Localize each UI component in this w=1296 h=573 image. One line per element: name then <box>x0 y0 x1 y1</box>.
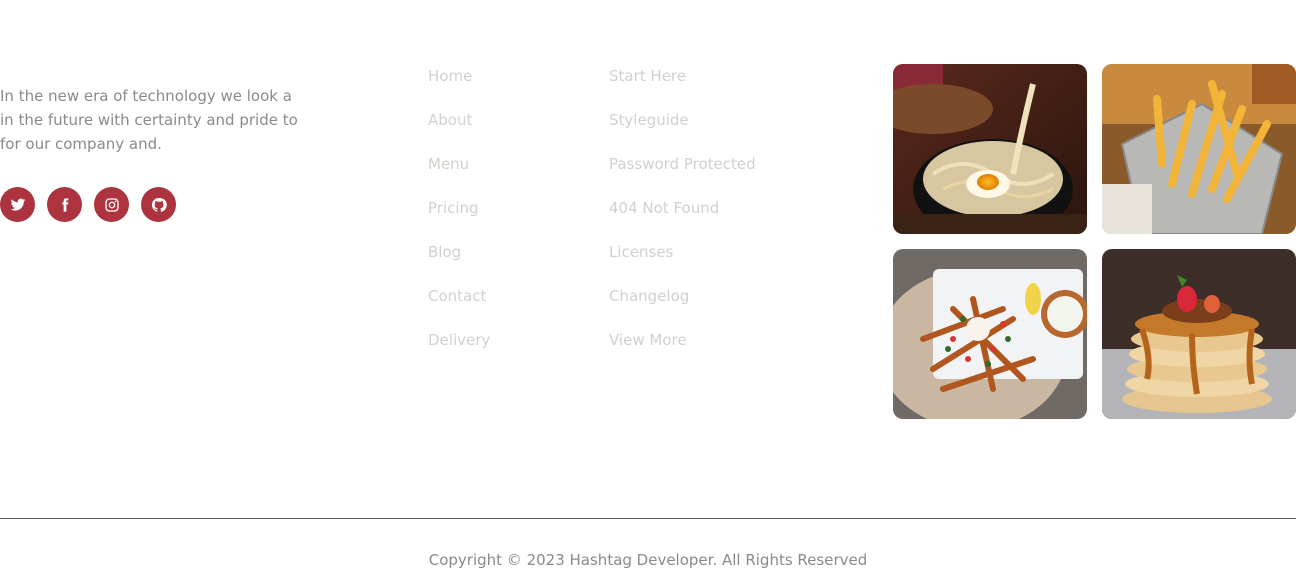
gallery-photo-loaded-fries[interactable] <box>893 249 1087 419</box>
link-start-here[interactable]: Start Here <box>609 67 686 85</box>
link-pricing[interactable]: Pricing <box>428 199 479 217</box>
loaded-fries-image <box>893 249 1087 419</box>
footer-links-pages: Home About Menu Pricing Blog Contact Del… <box>428 64 490 372</box>
footer-link-item: Delivery <box>428 328 490 372</box>
footer-link-item: Licenses <box>609 240 756 284</box>
footer-link-item: 404 Not Found <box>609 196 756 240</box>
footer-link-item: View More <box>609 328 756 372</box>
link-password-protected[interactable]: Password Protected <box>609 155 756 173</box>
footer-link-item: Contact <box>428 284 490 328</box>
footer-link-item: Styleguide <box>609 108 756 152</box>
link-delivery[interactable]: Delivery <box>428 331 490 349</box>
twitter-button[interactable] <box>0 187 35 222</box>
egg-noodle-bowl-image <box>893 64 1087 234</box>
pancake-stack-image <box>1102 249 1296 419</box>
github-icon <box>151 197 167 212</box>
link-view-more[interactable]: View More <box>609 331 687 349</box>
link-home[interactable]: Home <box>428 67 472 85</box>
link-menu[interactable]: Menu <box>428 155 469 173</box>
footer-link-item: Blog <box>428 240 490 284</box>
twitter-icon <box>10 198 25 211</box>
footer-link-item: Home <box>428 64 490 108</box>
link-404[interactable]: 404 Not Found <box>609 199 719 217</box>
github-button[interactable] <box>141 187 176 222</box>
footer-links-utility: Start Here Styleguide Password Protected… <box>609 64 756 372</box>
copyright-text: Copyright © 2023 Hashtag Developer. All … <box>428 551 868 569</box>
footer-link-item: Pricing <box>428 196 490 240</box>
instagram-icon <box>104 197 119 212</box>
link-blog[interactable]: Blog <box>428 243 461 261</box>
footer-link-item: Menu <box>428 152 490 196</box>
facebook-icon <box>61 197 68 212</box>
social-links <box>0 187 176 222</box>
gallery-photo-french-fries[interactable] <box>1102 64 1296 234</box>
link-licenses[interactable]: Licenses <box>609 243 673 261</box>
about-text: In the new era of technology we look a i… <box>0 87 298 153</box>
french-fries-image <box>1102 64 1296 234</box>
footer-link-item: Password Protected <box>609 152 756 196</box>
food-gallery <box>893 64 1296 419</box>
footer: In the new era of technology we look a i… <box>0 0 1296 573</box>
link-contact[interactable]: Contact <box>428 287 486 305</box>
footer-link-item: Start Here <box>609 64 756 108</box>
footer-divider <box>0 518 1296 519</box>
gallery-photo-egg-noodle-bowl[interactable] <box>893 64 1087 234</box>
link-about[interactable]: About <box>428 111 472 129</box>
gallery-photo-pancake-stack[interactable] <box>1102 249 1296 419</box>
instagram-button[interactable] <box>94 187 129 222</box>
link-changelog[interactable]: Changelog <box>609 287 689 305</box>
footer-link-item: About <box>428 108 490 152</box>
link-styleguide[interactable]: Styleguide <box>609 111 689 129</box>
facebook-button[interactable] <box>47 187 82 222</box>
footer-link-item: Changelog <box>609 284 756 328</box>
